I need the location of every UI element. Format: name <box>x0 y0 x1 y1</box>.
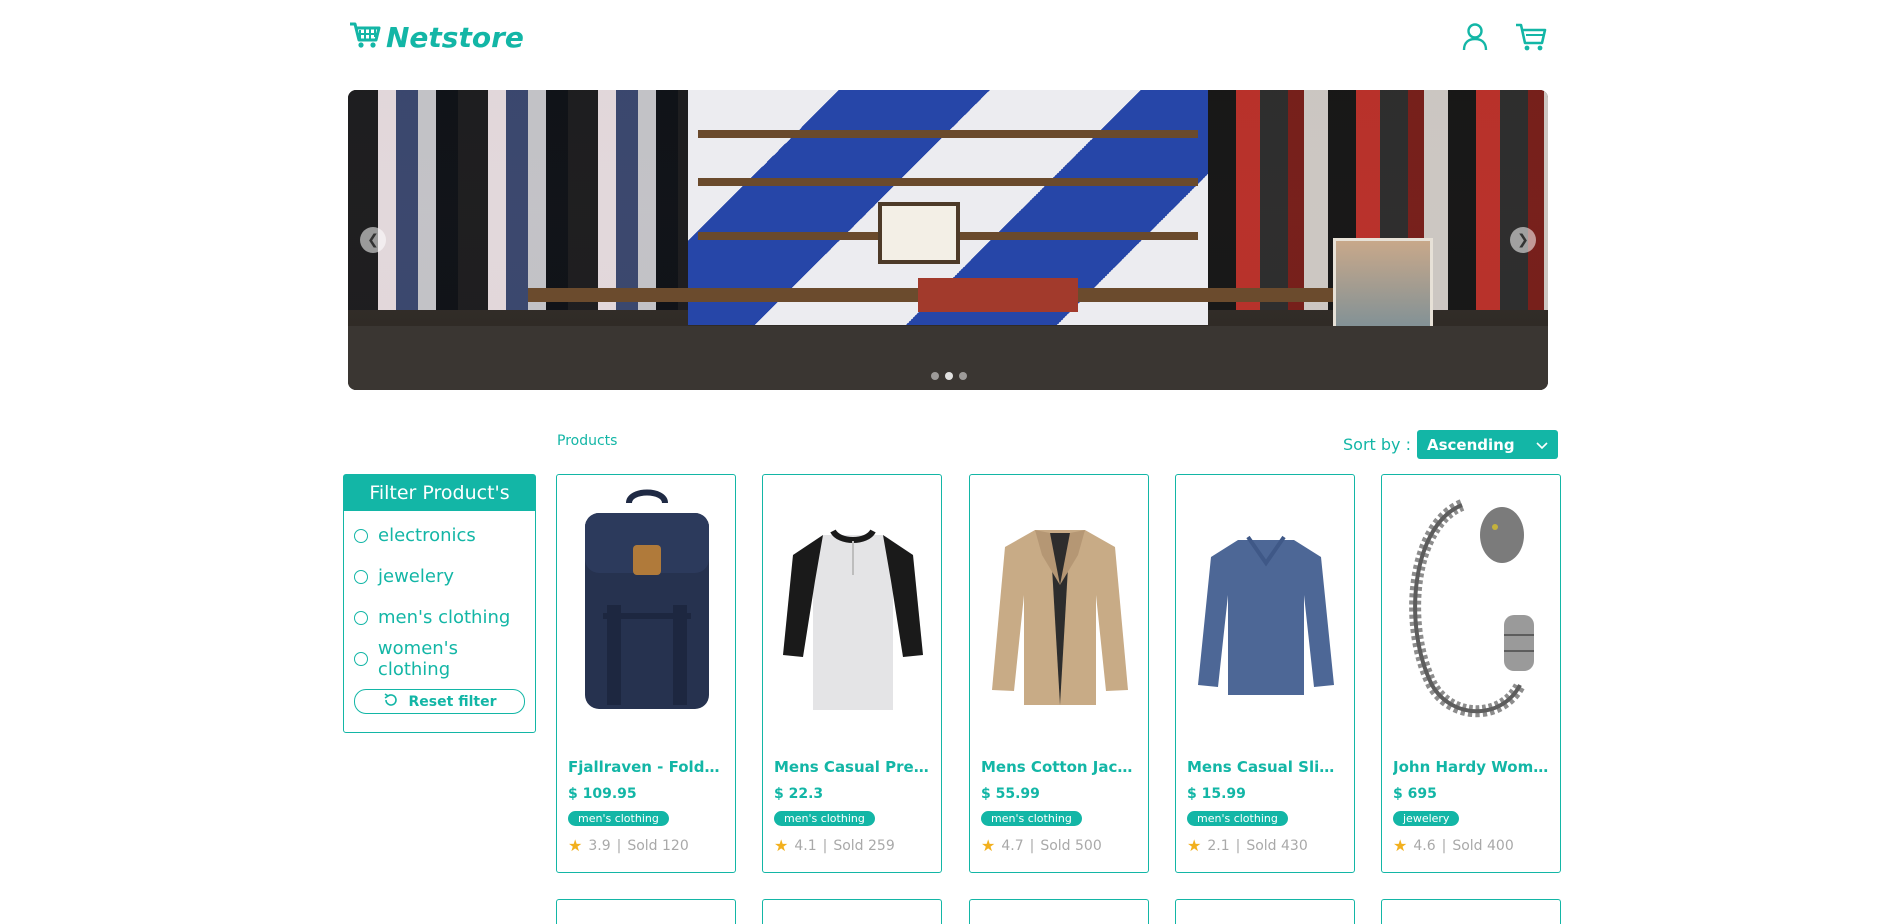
star-icon: ★ <box>568 836 583 855</box>
product-sold: Sold 400 <box>1452 837 1514 854</box>
star-icon: ★ <box>1393 836 1408 855</box>
product-card[interactable]: Mens Casual Slim Fit $ 15.99 men's cloth… <box>1175 474 1355 873</box>
category-badge: men's clothing <box>774 811 875 826</box>
product-card[interactable]: Fjallraven - Foldsack No. 1 Backpack $ 1… <box>556 474 736 873</box>
carousel-dot[interactable] <box>959 372 967 380</box>
product-image-tshirt <box>773 485 933 725</box>
radio-button[interactable] <box>354 610 368 625</box>
product-sold: Sold 430 <box>1246 837 1308 854</box>
product-card[interactable]: Mens Casual Premium Slim Fit T-Shirts $ … <box>762 474 942 873</box>
product-name[interactable]: Mens Casual Premium Slim Fit T-Shirts <box>774 758 932 776</box>
product-price: $ 109.95 <box>568 786 637 802</box>
product-price: $ 15.99 <box>1187 786 1246 802</box>
filter-panel: Filter Product's electronics jewelery me… <box>343 474 536 733</box>
product-meta: ★ 2.1 | Sold 430 <box>1187 836 1308 855</box>
product-image-longsleeve <box>1186 485 1346 725</box>
product-sold: Sold 120 <box>627 837 689 854</box>
sort-control: Sort by : Ascending <box>1343 430 1558 459</box>
filter-option-label: electronics <box>378 525 476 546</box>
product-name[interactable]: John Hardy Women's Legends Naga Bracelet <box>1393 758 1551 776</box>
product-card[interactable] <box>969 899 1149 924</box>
header: Netstore <box>348 18 1548 58</box>
category-badge: men's clothing <box>981 811 1082 826</box>
product-rating: 2.1 <box>1207 837 1230 854</box>
product-meta: ★ 4.1 | Sold 259 <box>774 836 895 855</box>
filter-option-label: men's clothing <box>378 607 511 628</box>
reset-filter-button[interactable]: Reset filter <box>354 689 525 714</box>
product-meta: ★ 4.6 | Sold 400 <box>1393 836 1514 855</box>
carousel-dot-active[interactable] <box>945 372 953 380</box>
product-rating: 4.6 <box>1413 837 1436 854</box>
separator: | <box>822 837 828 854</box>
brand-name: Netstore <box>386 20 524 54</box>
product-name[interactable]: Fjallraven - Foldsack No. 1 Backpack <box>568 758 726 776</box>
product-price: $ 55.99 <box>981 786 1040 802</box>
sort-value: Ascending <box>1426 435 1515 454</box>
filter-option-electronics[interactable]: electronics <box>344 515 535 556</box>
chevron-right-icon: ❯ <box>1517 232 1529 248</box>
star-icon: ★ <box>774 836 789 855</box>
product-card[interactable] <box>1381 899 1561 924</box>
product-price: $ 695 <box>1393 786 1437 802</box>
products-breadcrumb: Products <box>557 433 618 449</box>
separator: | <box>1441 837 1447 854</box>
filter-title: Filter Product's <box>344 475 535 511</box>
shopping-cart-logo-icon <box>348 20 382 54</box>
product-card[interactable]: Mens Cotton Jacket $ 55.99 men's clothin… <box>969 474 1149 873</box>
filter-option-jewelery[interactable]: jewelery <box>344 556 535 597</box>
chevron-left-icon: ❮ <box>367 232 379 248</box>
filter-option-label: women's clothing <box>377 637 458 680</box>
category-badge: jewelery <box>1393 811 1460 826</box>
product-card[interactable]: John Hardy Women's Legends Naga Bracelet… <box>1381 474 1561 873</box>
sort-select[interactable]: Ascending <box>1416 430 1558 459</box>
category-badge: men's clothing <box>568 811 669 826</box>
product-meta: ★ 3.9 | Sold 120 <box>568 836 689 855</box>
filter-option-mens-clothing[interactable]: men's clothing <box>344 597 535 638</box>
category-badge: men's clothing <box>1187 811 1288 826</box>
star-icon: ★ <box>981 836 996 855</box>
product-meta: ★ 4.7 | Sold 500 <box>981 836 1102 855</box>
user-icon[interactable] <box>1458 20 1492 54</box>
carousel-dots <box>931 372 967 380</box>
hero-carousel[interactable]: ❮ ❯ <box>348 90 1548 390</box>
product-image-backpack <box>567 485 727 725</box>
carousel-dot[interactable] <box>931 372 939 380</box>
carousel-prev-button[interactable]: ❮ <box>360 227 386 253</box>
separator: | <box>1029 837 1035 854</box>
product-card[interactable] <box>556 899 736 924</box>
radio-button[interactable] <box>354 569 368 584</box>
radio-button[interactable] <box>354 651 368 666</box>
product-sold: Sold 500 <box>1040 837 1102 854</box>
carousel-next-button[interactable]: ❯ <box>1510 227 1536 253</box>
separator: | <box>616 837 622 854</box>
product-name[interactable]: Mens Casual Slim Fit <box>1187 758 1345 776</box>
product-card[interactable] <box>1175 899 1355 924</box>
filter-option-label: jewelery <box>378 566 454 587</box>
product-image-bracelet <box>1392 485 1552 725</box>
brand-logo[interactable]: Netstore <box>348 20 524 54</box>
product-image-jacket <box>980 485 1140 725</box>
filter-option-womens-clothing[interactable]: women's clothing <box>344 637 535 680</box>
separator: | <box>1235 837 1241 854</box>
sort-label: Sort by : <box>1343 435 1411 454</box>
product-sold: Sold 259 <box>833 837 895 854</box>
reset-filter-label: Reset filter <box>408 693 497 710</box>
reset-icon <box>383 692 399 711</box>
product-rating: 4.1 <box>794 837 817 854</box>
chevron-down-icon <box>1536 436 1548 454</box>
cart-icon[interactable] <box>1514 20 1548 54</box>
star-icon: ★ <box>1187 836 1202 855</box>
product-price: $ 22.3 <box>774 786 824 802</box>
product-rating: 4.7 <box>1001 837 1024 854</box>
product-card[interactable] <box>762 899 942 924</box>
product-rating: 3.9 <box>588 837 611 854</box>
radio-button[interactable] <box>354 528 368 543</box>
product-name[interactable]: Mens Cotton Jacket <box>981 758 1139 776</box>
